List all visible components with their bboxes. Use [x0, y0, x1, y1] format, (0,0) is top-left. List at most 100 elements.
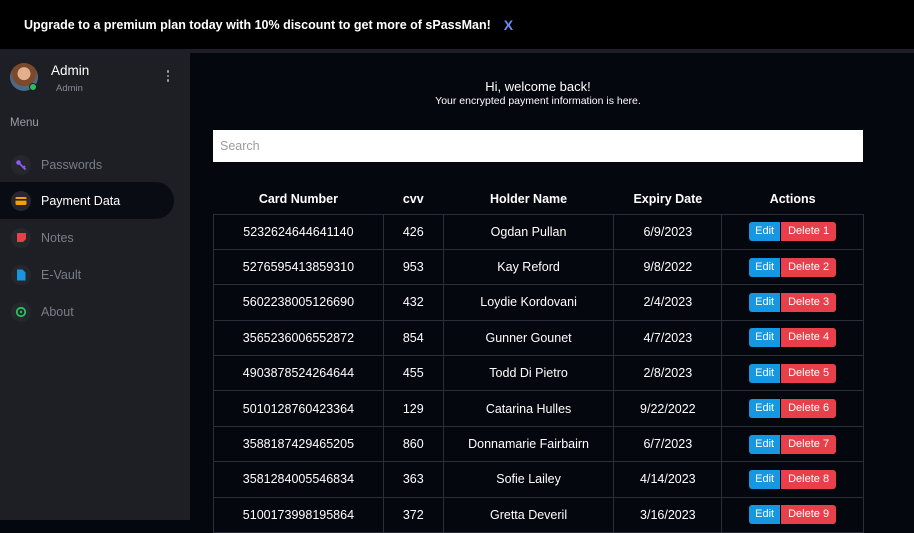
table-row: 3581284005546834 363 Sofie Lailey 4/14/2…: [213, 461, 864, 498]
actions-cell: Edit Delete 1: [721, 213, 864, 250]
table-row: 3588187429465205 860 Donnamarie Fairbair…: [213, 425, 864, 463]
profile-role: Admin: [56, 83, 83, 94]
sidebar-item-label: Passwords: [41, 157, 103, 172]
actions-cell: Edit Delete 5: [721, 355, 864, 392]
table-row: 5276595413859310 953 Kay Reford 9/8/2022…: [213, 248, 864, 286]
table-header-row: Card Number cvv Holder Name Expiry Date …: [214, 185, 864, 214]
actions-cell: Edit Delete 3: [721, 284, 864, 321]
profile-name: Admin: [51, 63, 90, 78]
page-subtitle: Your encrypted payment information is he…: [435, 95, 641, 107]
cvv-cell: 854: [382, 319, 444, 357]
card-number-cell: 5010128760423364: [213, 390, 384, 427]
actions-cell: Edit Delete 7: [721, 425, 864, 463]
card-number-cell: 3565236006552872: [213, 319, 384, 357]
promo-text: Upgrade to a premium plan today with 10%…: [24, 17, 491, 32]
credit-card-icon: [11, 190, 31, 211]
sidebar-item-label: Payment Data: [41, 193, 121, 208]
edit-button[interactable]: Edit: [749, 469, 781, 489]
delete-button[interactable]: Delete 5: [781, 363, 837, 383]
actions-cell: Edit Delete 6: [721, 390, 864, 427]
delete-button[interactable]: Delete 3: [781, 292, 837, 312]
table-row: 4903878524264644 455 Todd Di Pietro 2/8/…: [213, 355, 864, 392]
sidebar-item-label: About: [41, 304, 74, 319]
main-content: Hi, welcome back! Your encrypted payment…: [190, 53, 914, 533]
expiry-date-cell: 2/4/2023: [613, 284, 723, 321]
cvv-cell: 372: [382, 496, 444, 533]
delete-button[interactable]: Delete 8: [781, 469, 837, 489]
card-number-cell: 4903878524264644: [213, 355, 384, 392]
cvv-cell: 953: [382, 248, 444, 286]
column-header-expiry-date: Expiry Date: [633, 192, 703, 207]
cvv-cell: 363: [382, 461, 444, 498]
page-title: Hi, welcome back!: [485, 79, 591, 94]
sidebar-item-e-vault[interactable]: E-Vault: [0, 256, 174, 293]
delete-button[interactable]: Delete 2: [781, 257, 837, 277]
expiry-date-cell: 6/7/2023: [613, 425, 723, 463]
actions-cell: Edit Delete 2: [721, 248, 864, 286]
sidebar: Admin Admin Menu Passwords Payment Data …: [0, 53, 190, 520]
expiry-date-cell: 4/14/2023: [613, 461, 723, 498]
sidebar-item-label: E-Vault: [41, 267, 82, 282]
sidebar-item-about[interactable]: About: [0, 293, 174, 330]
holder-name-cell: Catarina Hulles: [442, 390, 615, 427]
card-number-cell: 5276595413859310: [213, 248, 384, 286]
column-header-card-number: Card Number: [258, 192, 338, 207]
cvv-cell: 455: [382, 355, 444, 392]
edit-button[interactable]: Edit: [749, 434, 781, 454]
expiry-date-cell: 6/9/2023: [613, 213, 723, 250]
card-number-cell: 3581284005546834: [213, 461, 384, 498]
delete-button[interactable]: Delete 6: [781, 399, 837, 419]
actions-cell: Edit Delete 4: [721, 319, 864, 357]
table-row: 5232624644641140 426 Ogdan Pullan 6/9/20…: [213, 213, 864, 250]
edit-button[interactable]: Edit: [749, 292, 781, 312]
delete-button[interactable]: Delete 9: [781, 505, 837, 525]
note-icon: [11, 227, 31, 248]
info-icon: [11, 301, 31, 322]
card-number-cell: 5602238005126690: [213, 284, 384, 321]
expiry-date-cell: 4/7/2023: [613, 319, 723, 357]
more-options-icon[interactable]: [166, 70, 170, 84]
holder-name-cell: Gretta Deveril: [442, 496, 615, 533]
search-input[interactable]: [213, 130, 863, 162]
card-number-cell: 5100173998195864: [213, 496, 384, 533]
card-number-cell: 5232624644641140: [213, 213, 384, 250]
online-status-icon: [29, 83, 37, 91]
holder-name-cell: Loydie Kordovani: [442, 284, 615, 321]
cvv-cell: 860: [382, 425, 444, 463]
edit-button[interactable]: Edit: [749, 363, 781, 383]
table-row: 5602238005126690 432 Loydie Kordovani 2/…: [213, 284, 864, 321]
sidebar-item-passwords[interactable]: Passwords: [0, 146, 174, 183]
column-header-holder-name: Holder Name: [490, 192, 568, 207]
holder-name-cell: Gunner Gounet: [442, 319, 615, 357]
sidebar-item-notes[interactable]: Notes: [0, 219, 174, 256]
edit-button[interactable]: Edit: [749, 399, 781, 419]
expiry-date-cell: 9/22/2022: [613, 390, 723, 427]
promo-banner: Upgrade to a premium plan today with 10%…: [0, 0, 914, 49]
column-header-actions: Actions: [769, 192, 816, 207]
cvv-cell: 129: [382, 390, 444, 427]
cvv-cell: 432: [382, 284, 444, 321]
edit-button[interactable]: Edit: [749, 328, 781, 348]
sidebar-item-label: Notes: [41, 230, 74, 245]
close-banner-button[interactable]: X: [504, 17, 513, 33]
cvv-cell: 426: [382, 213, 444, 250]
actions-cell: Edit Delete 9: [721, 496, 864, 533]
delete-button[interactable]: Delete 1: [781, 222, 837, 242]
sidebar-item-payment-data[interactable]: Payment Data: [0, 182, 174, 219]
table-row: 3565236006552872 854 Gunner Gounet 4/7/2…: [213, 319, 864, 357]
edit-button[interactable]: Edit: [749, 222, 781, 242]
key-icon: [11, 154, 31, 175]
card-number-cell: 3588187429465205: [213, 425, 384, 463]
holder-name-cell: Sofie Lailey: [442, 461, 615, 498]
edit-button[interactable]: Edit: [749, 257, 781, 277]
table-row: 5100173998195864 372 Gretta Deveril 3/16…: [213, 496, 864, 533]
delete-button[interactable]: Delete 7: [781, 434, 837, 454]
delete-button[interactable]: Delete 4: [781, 328, 837, 348]
holder-name-cell: Donnamarie Fairbairn: [442, 425, 615, 463]
edit-button[interactable]: Edit: [749, 505, 781, 525]
expiry-date-cell: 2/8/2023: [613, 355, 723, 392]
expiry-date-cell: 9/8/2022: [613, 248, 723, 286]
holder-name-cell: Ogdan Pullan: [442, 213, 615, 250]
holder-name-cell: Kay Reford: [442, 248, 615, 286]
actions-cell: Edit Delete 8: [721, 461, 864, 498]
